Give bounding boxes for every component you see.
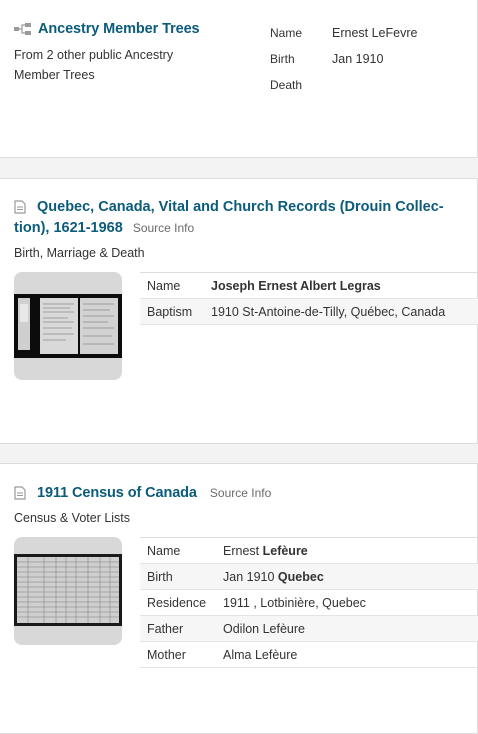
row-value: Alma Lefèure — [223, 647, 298, 662]
row-label: Name — [147, 543, 181, 558]
census-category: Census & Voter Lists — [14, 511, 131, 525]
document-icon — [14, 200, 26, 214]
drouin-category: Birth, Marriage & Death — [14, 246, 145, 260]
row-label: Father — [147, 621, 184, 636]
member-trees-subtitle: From 2 other public Ancestry Member Tree… — [14, 48, 174, 82]
census-title[interactable]: 1911 Census of Canada — [37, 485, 197, 501]
field-label: Birth — [270, 52, 295, 66]
document-icon — [14, 486, 26, 500]
row-value: Jan 1910 Quebec — [223, 569, 324, 584]
table-row: Name Joseph Ernest Albert Legras — [140, 273, 478, 299]
field-value: Ernest LeFevre — [332, 26, 418, 40]
record-thumbnail[interactable] — [14, 272, 122, 380]
table-row: Father Odilon Lefèure — [140, 616, 478, 642]
row-value: Odilon Lefèure — [223, 621, 306, 636]
member-trees-title[interactable]: Ancestry Member Trees — [38, 21, 200, 37]
table-row: Birth Jan 1910 Quebec — [140, 564, 478, 590]
census-record-card: 1911 Census of Canada Source Info Census… — [0, 463, 478, 734]
census-detail-table: Name Ernest Lefèure Birth Jan 1910 Quebe… — [140, 537, 478, 668]
drouin-record-card: Quebec, Canada, Vital and Church Records… — [0, 178, 478, 444]
field-label: Death — [270, 78, 303, 92]
table-row: Mother Alma Lefèure — [140, 642, 478, 668]
record-image — [18, 298, 118, 354]
record-thumbnail[interactable] — [14, 537, 122, 645]
drouin-detail-table: Name Joseph Ernest Albert Legras Baptism… — [140, 272, 478, 325]
field-row-name: Name Ernest LeFevre — [270, 20, 417, 46]
row-label: Birth — [147, 569, 173, 584]
section-separator — [0, 158, 478, 178]
source-info-link[interactable]: Source Info — [210, 486, 271, 500]
table-row: Name Ernest Lefèure — [140, 538, 478, 564]
row-value: Joseph Ernest Albert Legras — [211, 278, 381, 293]
census-title-row: 1911 Census of Canada Source Info — [14, 485, 271, 501]
family-tree-icon — [14, 23, 31, 35]
drouin-title[interactable]: Quebec, Canada, Vital and Church Records… — [37, 199, 444, 215]
table-row: Residence 1911 , Lotbinière, Quebec — [140, 590, 478, 616]
member-trees-card: Ancestry Member Trees From 2 other publi… — [0, 0, 478, 158]
drouin-title-block: Quebec, Canada, Vital and Church Records… — [14, 197, 464, 239]
row-value: 1910 St-Antoine-de-Tilly, Québec, Canada — [211, 304, 446, 319]
field-row-birth: Birth Jan 1910 — [270, 46, 417, 72]
field-row-death: Death — [270, 72, 417, 98]
field-value: Jan 1910 — [332, 52, 384, 66]
row-value: 1911 , Lotbinière, Quebec — [223, 595, 366, 610]
field-label: Name — [270, 26, 303, 40]
row-label: Baptism — [147, 304, 193, 319]
member-trees-fields: Name Ernest LeFevre Birth Jan 1910 Death — [270, 20, 417, 98]
row-value: Ernest Lefèure — [223, 543, 308, 558]
member-trees-title-row[interactable]: Ancestry Member Trees — [14, 21, 200, 37]
row-label: Residence — [147, 595, 207, 610]
section-separator — [0, 444, 478, 463]
drouin-title-cont[interactable]: tion), 1621-1968 — [14, 220, 123, 236]
row-label: Name — [147, 278, 181, 293]
row-label: Mother — [147, 647, 186, 662]
record-image — [17, 557, 119, 623]
source-info-link[interactable]: Source Info — [133, 221, 194, 235]
table-row: Baptism 1910 St-Antoine-de-Tilly, Québec… — [140, 299, 478, 325]
